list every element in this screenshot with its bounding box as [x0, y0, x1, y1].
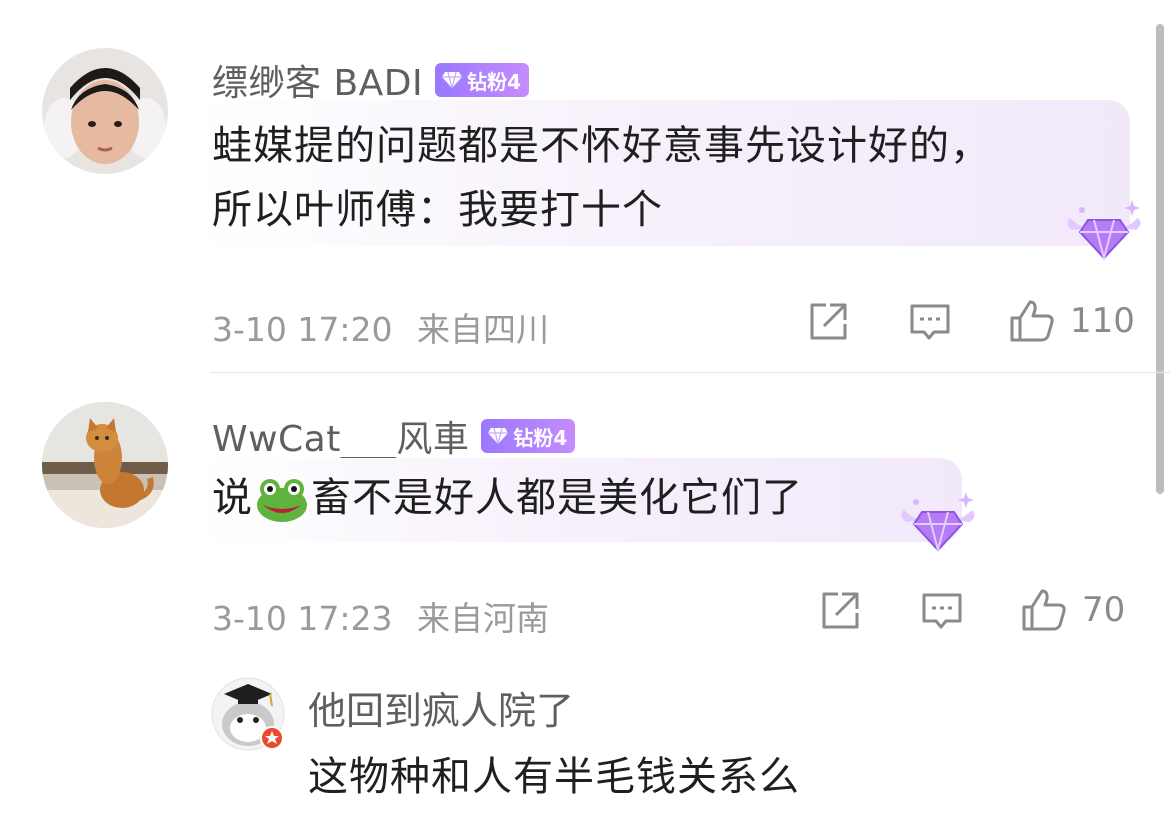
comment-text-line-1: 蛙媒提的问题都是不怀好意事先设计好的， — [212, 123, 991, 169]
fan-badge: 钻粉4 — [435, 63, 530, 97]
share-button[interactable] — [818, 589, 862, 633]
reply-text: 这物种和人有半毛钱关系么 — [308, 754, 800, 800]
username[interactable]: WwCat___风車 — [212, 410, 469, 462]
comment-icon — [922, 593, 962, 629]
location: 来自河南 — [417, 599, 549, 638]
comment-text: 说 畜不是好人都是美化它们了 — [212, 468, 803, 528]
badge-label: 钻粉4 — [467, 69, 522, 94]
comment-text-start: 说 — [212, 475, 253, 521]
badge-label: 钻粉4 — [513, 425, 568, 450]
location: 来自四川 — [417, 310, 549, 349]
diamond-icon — [488, 427, 509, 445]
share-button[interactable] — [806, 300, 850, 344]
timestamp: 3-10 17:23 — [212, 599, 393, 638]
fan-badge: 钻粉4 — [481, 419, 576, 453]
like-button[interactable]: 110 — [1008, 298, 1135, 344]
reply-username[interactable]: 他回到疯人院了 — [308, 680, 574, 735]
comment-button[interactable] — [920, 591, 964, 633]
timestamp: 3-10 17:20 — [212, 310, 393, 349]
diamond-decor-icon — [901, 492, 975, 554]
comment-text-line-2: 所以叶师傅：我要打十个 — [212, 187, 663, 233]
like-button[interactable]: 70 — [1020, 587, 1125, 633]
comment-button[interactable] — [908, 302, 952, 344]
frog-emoji-icon — [257, 479, 307, 522]
share-icon — [810, 303, 847, 340]
diamond-icon — [442, 71, 463, 89]
avatar[interactable] — [42, 402, 168, 528]
like-icon — [1022, 589, 1066, 631]
divider — [210, 372, 1170, 373]
like-count: 70 — [1082, 590, 1126, 630]
like-count: 110 — [1070, 301, 1135, 341]
share-icon — [822, 592, 859, 629]
diamond-decor-icon — [1067, 200, 1141, 262]
like-icon — [1010, 300, 1054, 342]
scrollbar[interactable] — [1156, 24, 1164, 494]
comment-text-end: 畜不是好人都是美化它们了 — [311, 475, 803, 521]
username[interactable]: 缥缈客 BADI — [212, 54, 423, 106]
avatar[interactable] — [42, 48, 168, 174]
comment-icon — [910, 304, 950, 340]
reply-avatar[interactable] — [210, 676, 286, 752]
